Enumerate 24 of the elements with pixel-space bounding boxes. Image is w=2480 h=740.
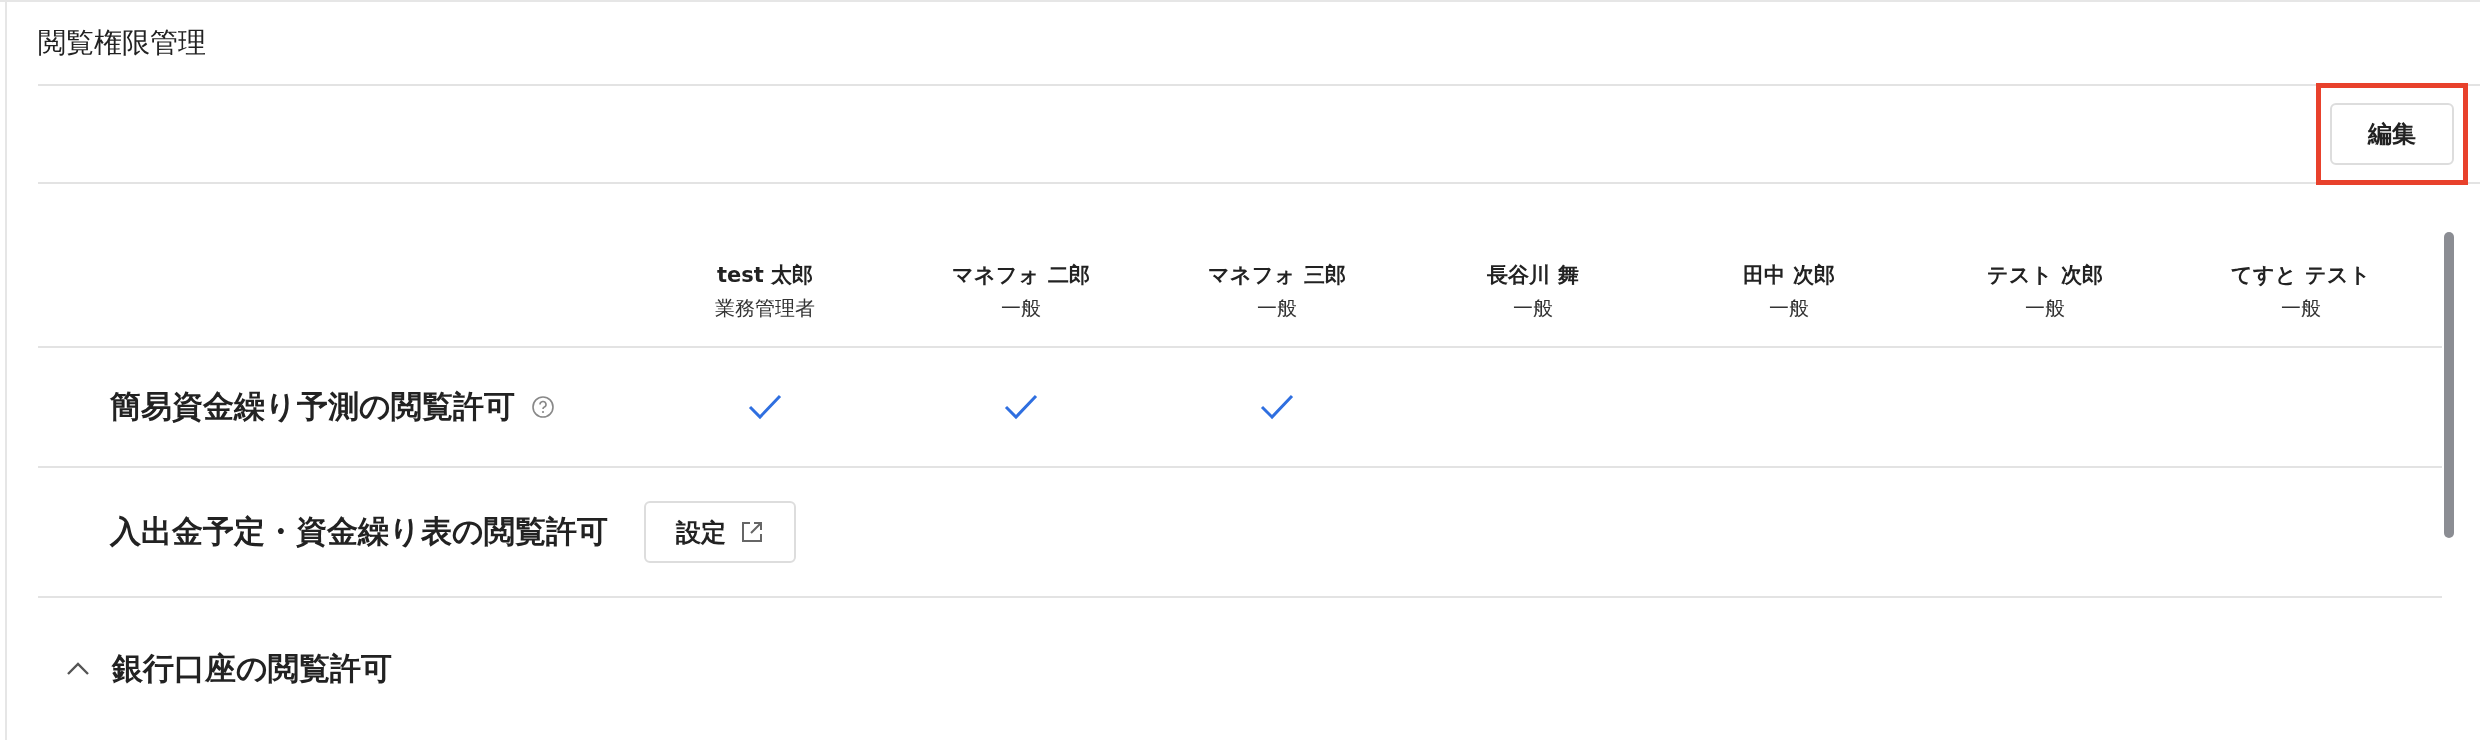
scrollbar[interactable] [2444,232,2454,538]
user-name: 田中 次郎 [1743,262,1835,289]
permission-label: 簡易資金繰り予測の閲覧許可 [110,387,515,426]
user-name: test 太郎 [716,262,814,289]
user-name: テスト 次郎 [1987,262,2103,289]
user-role: 一般 [1001,295,1041,322]
user-name: 長谷川 舞 [1487,262,1579,289]
user-role: 一般 [2281,295,2321,322]
user-role: 一般 [1513,295,1553,322]
edit-button[interactable]: 編集 [2330,103,2454,165]
external-link-icon [740,520,764,544]
user-role: 一般 [1257,295,1297,322]
permission-label: 入出金予定・資金繰り表の閲覧許可 [110,512,608,551]
user-role: 一般 [2025,295,2065,322]
page-title: 閲覧権限管理 [38,2,2480,86]
chevron-up-icon[interactable] [66,662,90,676]
user-name: てすと テスト [2231,262,2371,289]
settings-button[interactable]: 設定 [644,501,796,563]
user-role: 業務管理者 [715,295,815,322]
help-icon[interactable] [531,395,555,419]
user-name: マネフォ 二郎 [952,262,1090,289]
user-role: 一般 [1769,295,1809,322]
user-name: マネフォ 三郎 [1208,262,1346,289]
section-heading[interactable]: 銀行口座の閲覧許可 [112,648,392,690]
